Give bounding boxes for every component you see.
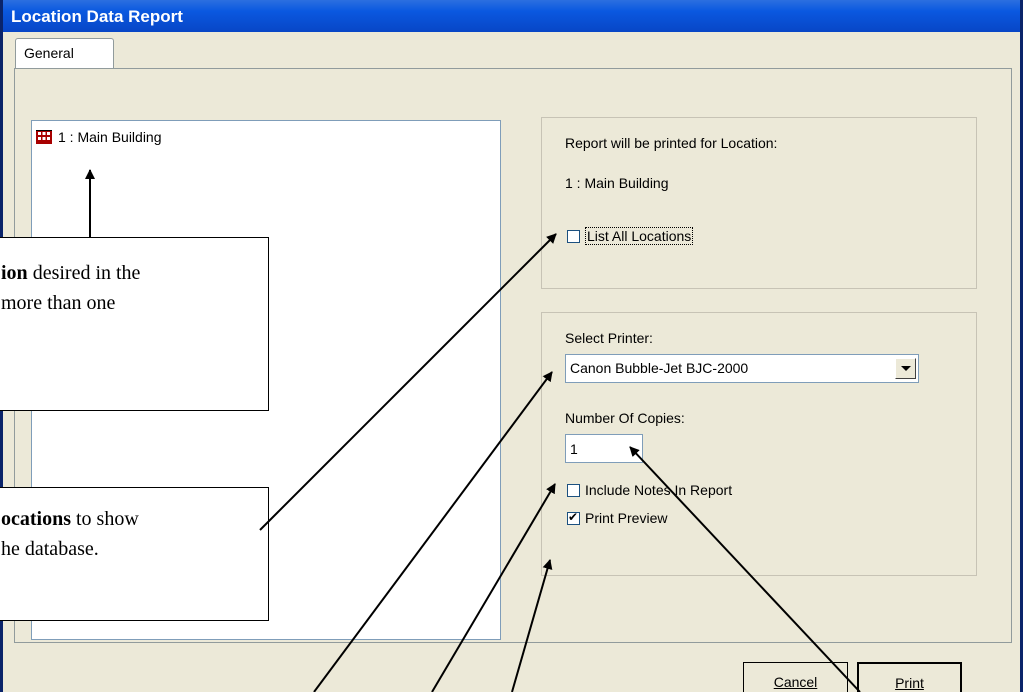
print-button[interactable]: Print — [857, 662, 962, 692]
tree-item-main-building[interactable]: 1 : Main Building — [36, 127, 162, 147]
tab-general-label: General — [24, 45, 74, 61]
callout-location: ion desired in the more than one — [0, 237, 269, 411]
tree-item-label: 1 : Main Building — [58, 129, 162, 145]
printer-select[interactable]: Canon Bubble-Jet BJC-2000 — [565, 354, 919, 383]
print-preview-label[interactable]: Print Preview — [585, 510, 667, 526]
copies-input[interactable]: 1 — [565, 434, 643, 463]
select-printer-label: Select Printer: — [565, 330, 653, 346]
number-of-copies-label: Number Of Copies: — [565, 410, 685, 426]
list-all-locations-checkbox[interactable] — [567, 230, 580, 243]
title-bar[interactable]: Location Data Report — [3, 0, 1020, 32]
list-all-locations-label[interactable]: List All Locations — [585, 227, 694, 245]
chevron-down-icon[interactable] — [895, 358, 916, 379]
include-notes-checkbox[interactable] — [567, 484, 580, 497]
selected-location-text: 1 : Main Building — [565, 175, 669, 191]
window-title: Location Data Report — [11, 7, 183, 26]
print-preview-checkbox[interactable] — [567, 510, 580, 525]
tab-general[interactable]: General — [15, 38, 114, 69]
include-notes-label[interactable]: Include Notes In Report — [585, 482, 732, 498]
report-location-heading: Report will be printed for Location: — [565, 135, 778, 151]
printer-select-value: Canon Bubble-Jet BJC-2000 — [570, 360, 749, 376]
callout-list-all: ocations to show he database. — [0, 487, 269, 621]
cancel-button[interactable]: Cancel — [743, 662, 848, 692]
building-icon — [36, 130, 52, 144]
copies-input-value: 1 — [570, 441, 578, 457]
